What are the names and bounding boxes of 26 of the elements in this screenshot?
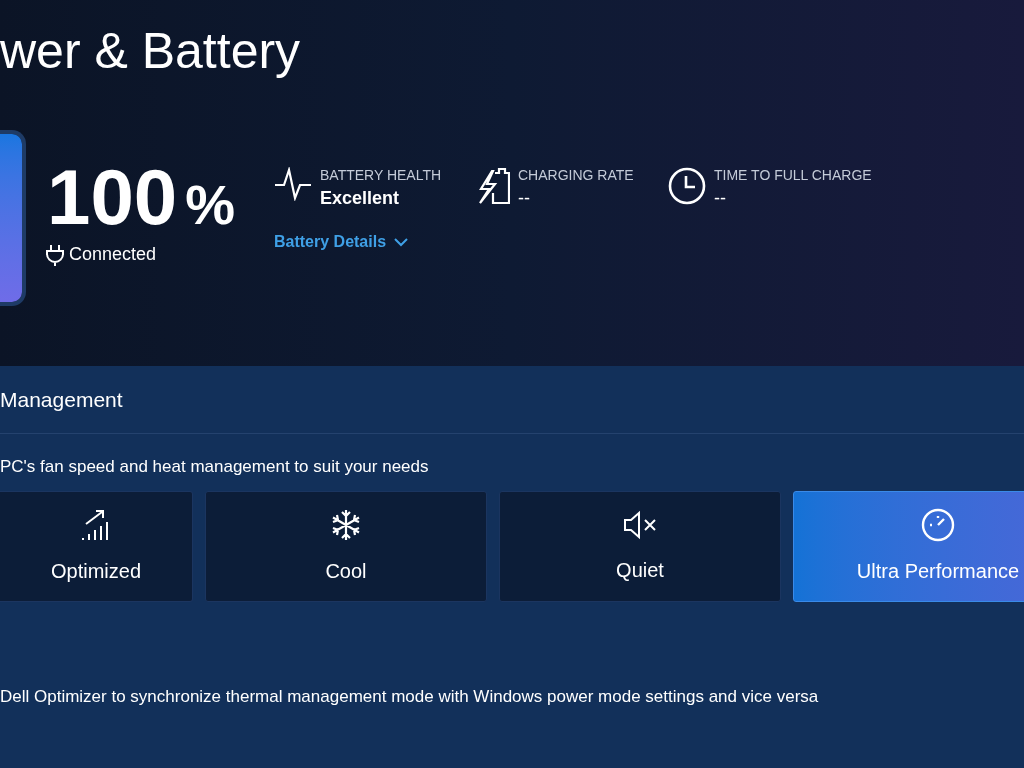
connection-status: Connected (69, 243, 157, 266)
stat-value: -- (518, 189, 531, 207)
stat-value: -- (714, 189, 727, 207)
snowflake-icon (330, 507, 362, 542)
battery-details-link[interactable]: Battery Details (274, 230, 409, 254)
thermal-mode-tab[interactable]: Ultra Performance (793, 491, 1024, 602)
speaker-muted-icon (622, 508, 658, 541)
thermal-mode-tab[interactable]: Optimized (0, 491, 193, 602)
clock-icon (668, 167, 706, 205)
thermal-mode-tab[interactable]: Cool (205, 491, 487, 602)
stat-value: Excellent (320, 189, 401, 207)
section-title: Management (0, 386, 123, 413)
sync-setting-text: Dell Optimizer to synchronize thermal management mode with Windows power mode settings and vice versa (0, 687, 819, 706)
chevron-down-icon (394, 237, 409, 247)
thermal-mode-tab[interactable]: Quiet (499, 491, 781, 602)
stat-label: BATTERY HEALTH (320, 168, 442, 182)
percent-sign: % (185, 177, 235, 233)
pulse-icon (274, 167, 312, 201)
section-description: PC's fan speed and heat management to suit your needs (0, 457, 429, 476)
stat-label: TIME TO FULL CHARGE (714, 168, 872, 182)
battery-charging-icon (478, 167, 510, 205)
speedometer-icon (921, 507, 955, 542)
battery-percent: 100 (47, 158, 178, 236)
page-title: wer & Battery (0, 26, 301, 76)
plug-icon (45, 242, 65, 267)
stat-label: CHARGING RATE (518, 168, 634, 182)
